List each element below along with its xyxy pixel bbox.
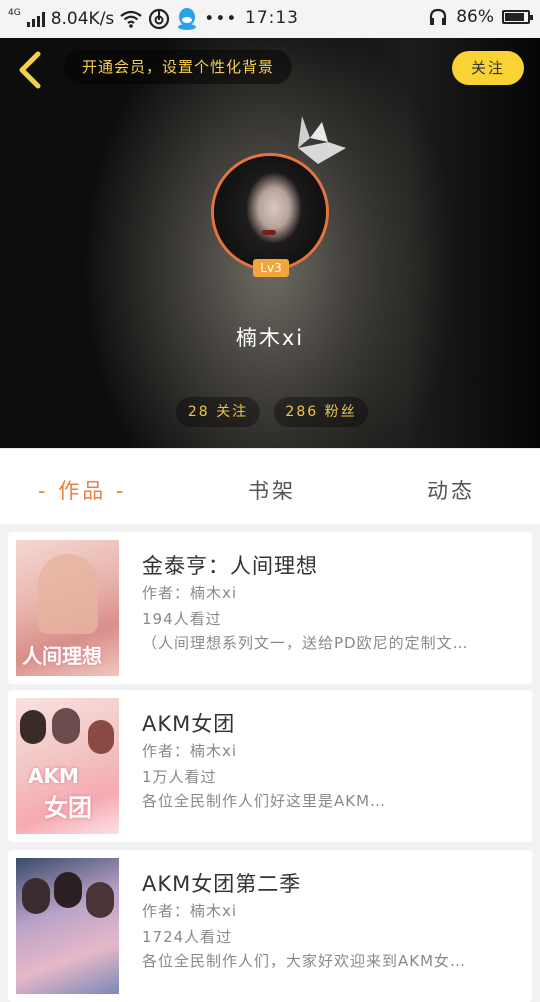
book-title: AKM女团 [142,712,236,736]
book-description: （人间理想系列文一，送给PD欧尼的定制文… [142,634,469,652]
network-type: 4G [8,8,21,18]
status-right: 86% [428,7,533,27]
fans-count[interactable]: 286 粉丝 [274,397,368,427]
network-speed: 8.04K/s [50,9,115,29]
wifi-icon [120,10,142,28]
book-author: 作者：楠木xi [142,742,238,760]
username: 楠木xi [235,326,305,350]
status-bar: 4G 8.04K/s ••• 17:13 86% [0,0,540,38]
qq-icon [178,8,197,30]
headphones-icon [430,8,447,25]
profile-tabs: - 作品 - 书架 动态 [0,448,540,524]
book-description: 各位全民制作人们，大家好欢迎来到AKM女… [142,952,467,970]
level-badge: Lv3 [253,259,289,277]
status-left: 4G 8.04K/s ••• [8,7,237,31]
book-cover [16,858,119,994]
book-cover: AKM 女团 [16,698,119,834]
book-views: 194人看过 [142,610,222,628]
netease-music-icon [149,8,170,30]
signal-icon [26,11,45,27]
following-count[interactable]: 28 关注 [176,397,260,427]
book-description: 各位全民制作人们好这里是AKM… [142,792,387,810]
clock: 17:13 [245,8,299,28]
follow-button[interactable]: 关注 [452,51,524,85]
book-item[interactable]: AKM 女团 AKM女团 作者：楠木xi 1万人看过 各位全民制作人们好这里是A… [8,690,532,842]
book-views: 1万人看过 [142,768,217,786]
book-item[interactable]: AKM女团第二季 作者：楠木xi 1724人看过 各位全民制作人们，大家好欢迎来… [8,850,532,1002]
profile-header: 开通会员，设置个性化背景 关注 Lv3 楠木xi 28 关注 286 粉丝 [0,38,540,448]
tab-bookshelf[interactable]: 书架 [248,475,296,505]
battery-percent: 86% [456,7,494,27]
tab-activity[interactable]: 动态 [427,475,475,505]
more-notifications-icon: ••• [204,9,238,29]
back-icon[interactable] [14,50,46,90]
book-author: 作者：楠木xi [142,584,238,602]
battery-icon [502,10,533,24]
book-views: 1724人看过 [142,928,233,946]
tab-works[interactable]: - 作品 - [38,475,127,505]
avatar[interactable] [211,153,329,271]
book-cover: 人间理想 [16,540,119,676]
book-title: 金泰亨：人间理想 [142,554,318,578]
book-author: 作者：楠木xi [142,902,238,920]
book-item[interactable]: 人间理想 金泰亨：人间理想 作者：楠木xi 194人看过 （人间理想系列文一，送… [8,532,532,684]
vip-background-banner[interactable]: 开通会员，设置个性化背景 [64,50,293,84]
book-title: AKM女团第二季 [142,872,302,896]
